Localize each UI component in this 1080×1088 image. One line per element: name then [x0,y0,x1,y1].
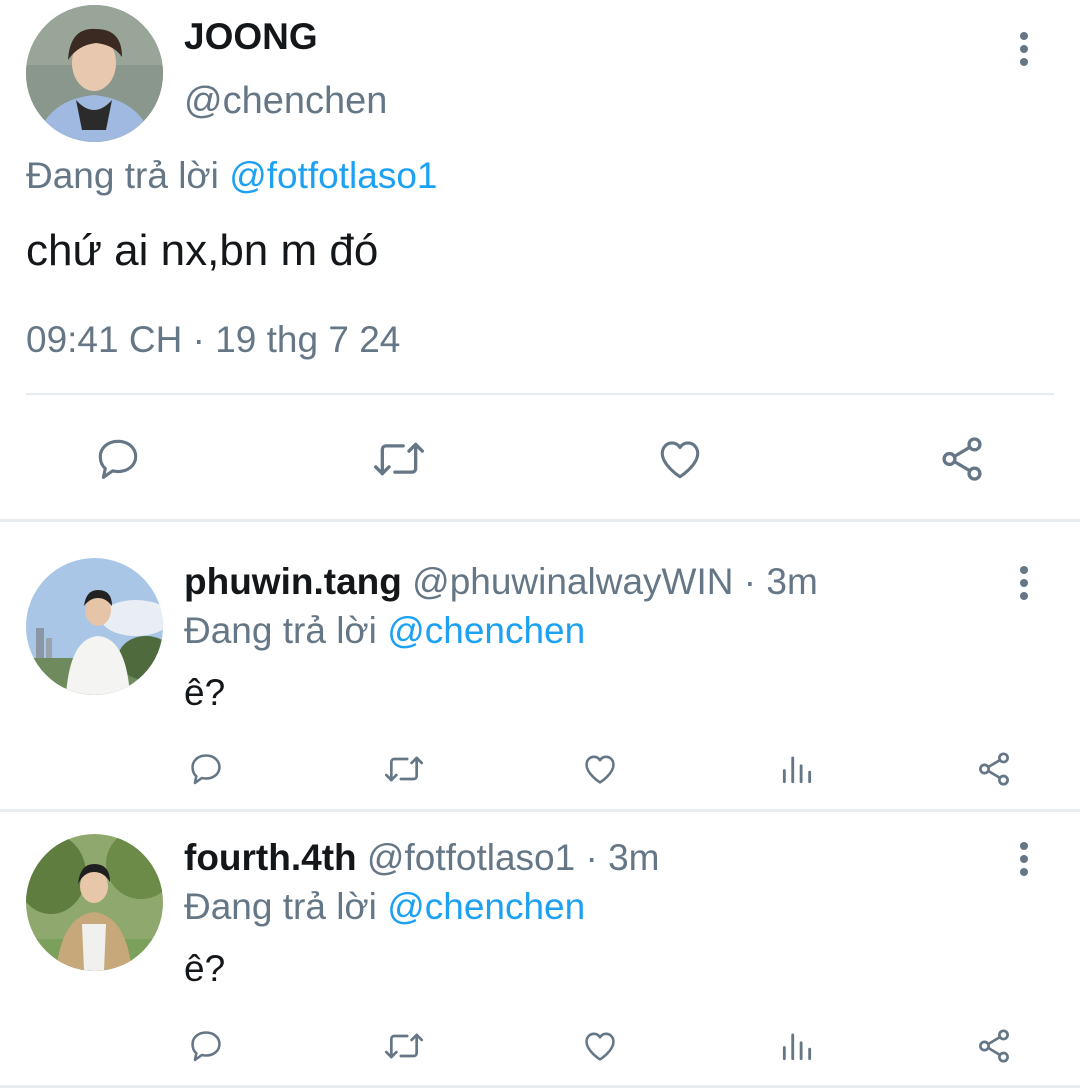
share-icon[interactable] [974,1027,1014,1065]
retweet-icon[interactable] [382,750,426,788]
section-divider [0,519,1080,522]
section-divider [0,809,1080,812]
reply-icon[interactable] [92,434,144,484]
avatar-phuwin[interactable] [26,558,163,695]
reply-header: fourth.4th @fotfotlaso1 · 3m [184,837,659,879]
reply-display-name[interactable]: fourth.4th [184,837,357,878]
like-icon[interactable] [654,434,706,484]
replying-prefix: Đang trả lời [184,610,377,651]
like-icon[interactable] [580,1027,620,1065]
replying-prefix: Đang trả lời [26,155,219,196]
reply-icon[interactable] [186,1027,226,1065]
more-options-icon[interactable] [1012,30,1036,70]
reply-time: · 3m [743,561,818,602]
avatar-fourth[interactable] [26,834,163,971]
divider [26,393,1054,395]
analytics-icon[interactable] [778,750,816,788]
reply-icon[interactable] [186,750,226,788]
tweet-text: chứ ai nx,bn m đó [26,226,379,275]
display-name[interactable]: JOONG [184,16,318,58]
reply-text: ê? [184,672,226,713]
replying-to-mention[interactable]: @fotfotlaso1 [229,155,437,196]
share-icon[interactable] [974,750,1014,788]
replying-to-line: Đang trả lời @chenchen [184,886,585,928]
tweet-timestamp[interactable]: 09:41 CH · 19 thg 7 24 [26,319,400,361]
replying-prefix: Đang trả lời [184,886,377,927]
reply-handle[interactable]: @phuwinalwayWIN [412,561,733,602]
replying-to-mention[interactable]: @chenchen [387,886,585,927]
more-options-icon[interactable] [1012,840,1036,880]
replying-to-line: Đang trả lời @fotfotlaso1 [26,155,437,197]
reply-handle[interactable]: @fotfotlaso1 [367,837,575,878]
replying-to-mention[interactable]: @chenchen [387,610,585,651]
like-icon[interactable] [580,750,620,788]
retweet-icon[interactable] [382,1027,426,1065]
user-handle[interactable]: @chenchen [184,80,387,123]
reply-text: ê? [184,948,226,989]
retweet-icon[interactable] [370,434,428,484]
more-options-icon[interactable] [1012,564,1036,604]
reply-time: · 3m [585,837,660,878]
analytics-icon[interactable] [778,1027,816,1065]
reply-display-name[interactable]: phuwin.tang [184,561,402,602]
replying-to-line: Đang trả lời @chenchen [184,610,585,652]
avatar-joong[interactable] [26,5,163,142]
reply-header: phuwin.tang @phuwinalwayWIN · 3m [184,561,818,603]
share-icon[interactable] [936,434,988,484]
